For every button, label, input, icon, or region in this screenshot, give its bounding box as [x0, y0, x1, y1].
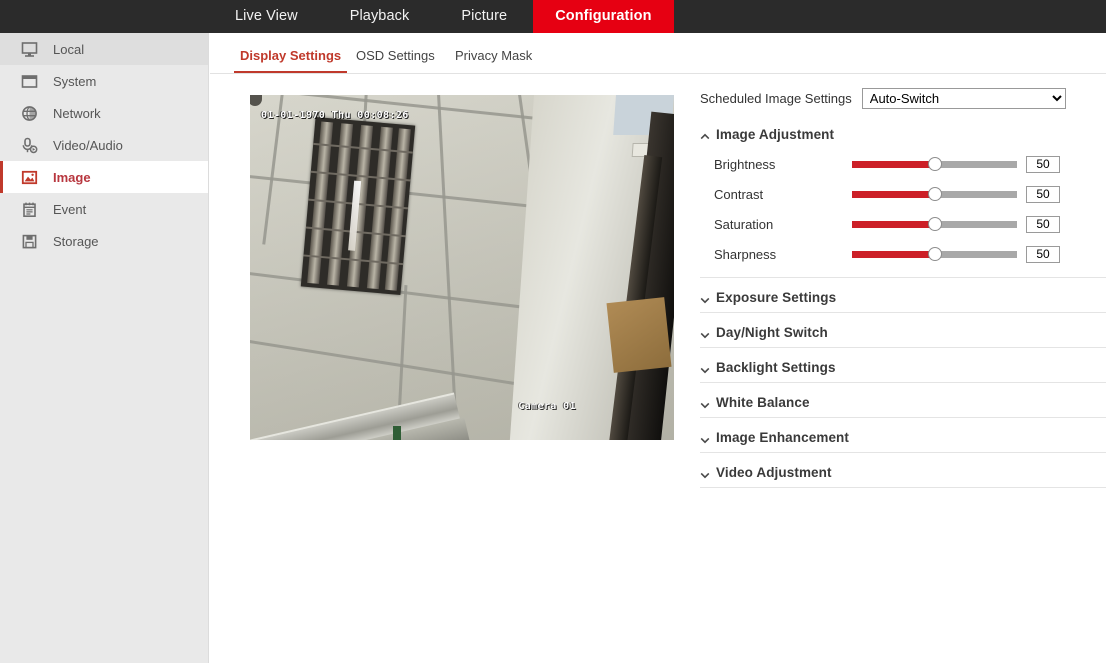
video-preview[interactable]: 01-01-1970 Thu 00:08:26 Camera 01 — [250, 95, 674, 440]
picture-icon — [21, 169, 38, 186]
section-header-exposure-settings[interactable]: Exposure Settings — [700, 278, 1106, 312]
scheduled-image-settings-row: Scheduled Image Settings Auto-Switch — [700, 83, 1106, 113]
slider-label: Brightness — [700, 157, 852, 172]
saturation-slider[interactable] — [852, 221, 1017, 228]
brightness-value[interactable]: 50 — [1026, 156, 1060, 173]
ceiling-fixture — [250, 95, 262, 106]
sidebar-item-image[interactable]: Image — [0, 161, 208, 193]
slider-label: Saturation — [700, 217, 852, 232]
osd-timestamp: 01-01-1970 Thu 00:08:26 — [261, 110, 409, 121]
topnav-spacer — [0, 0, 209, 33]
cardboard-box — [607, 297, 672, 373]
section-title: Image Enhancement — [716, 430, 849, 445]
sidebar-item-storage[interactable]: Storage — [0, 225, 208, 257]
ceiling-grid-line — [437, 95, 459, 440]
section-backlight-settings: Backlight Settings — [700, 348, 1106, 383]
tab-display-settings[interactable]: Display Settings — [234, 41, 347, 73]
slider-row-sharpness: Sharpness 50 — [700, 239, 1106, 269]
section-body-image-adjustment: Brightness 50 Contrast 50 — [700, 147, 1106, 277]
slider-row-saturation: Saturation 50 — [700, 209, 1106, 239]
nav-item-live-view[interactable]: Live View — [209, 0, 324, 33]
contrast-slider[interactable] — [852, 191, 1017, 198]
section-image-enhancement: Image Enhancement — [700, 418, 1106, 453]
osd-camera-name: Camera 01 — [518, 401, 576, 412]
chevron-up-icon — [700, 129, 710, 139]
sharpness-value[interactable]: 50 — [1026, 246, 1060, 263]
window-icon — [21, 73, 38, 90]
chevron-down-icon — [700, 292, 710, 302]
chevron-down-icon — [700, 327, 710, 337]
video-scene: 01-01-1970 Thu 00:08:26 Camera 01 — [250, 95, 674, 440]
slider-fill — [852, 191, 935, 198]
section-header-image-adjustment[interactable]: Image Adjustment — [700, 117, 1106, 147]
sub-tab-bar: Display Settings OSD Settings Privacy Ma… — [210, 41, 1106, 74]
slider-thumb[interactable] — [928, 247, 942, 261]
slider-label: Contrast — [700, 187, 852, 202]
section-title: Image Adjustment — [716, 127, 834, 142]
chevron-down-icon — [700, 467, 710, 477]
sidebar-item-label: Network — [53, 107, 101, 120]
sidebar-item-video-audio[interactable]: Video/Audio — [0, 129, 208, 161]
globe-icon — [21, 105, 38, 122]
chevron-down-icon — [700, 397, 710, 407]
sidebar-item-event[interactable]: Event — [0, 193, 208, 225]
tab-privacy-mask[interactable]: Privacy Mask — [449, 41, 538, 73]
saturation-value[interactable]: 50 — [1026, 216, 1060, 233]
section-header-video-adjustment[interactable]: Video Adjustment — [700, 453, 1106, 487]
chevron-down-icon — [700, 432, 710, 442]
nav-item-playback[interactable]: Playback — [324, 0, 436, 33]
image-settings-panel: Scheduled Image Settings Auto-Switch Ima… — [700, 83, 1106, 488]
nav-item-picture[interactable]: Picture — [435, 0, 533, 33]
slider-fill — [852, 221, 935, 228]
scheduled-image-settings-label: Scheduled Image Settings — [700, 91, 852, 106]
green-object — [393, 426, 401, 440]
section-header-image-enhancement[interactable]: Image Enhancement — [700, 418, 1106, 452]
section-title: Video Adjustment — [716, 465, 832, 480]
section-exposure-settings: Exposure Settings — [700, 278, 1106, 313]
section-header-backlight-settings[interactable]: Backlight Settings — [700, 348, 1106, 382]
section-title: Day/Night Switch — [716, 325, 828, 340]
sidebar-item-label: Storage — [53, 235, 99, 248]
section-white-balance: White Balance — [700, 383, 1106, 418]
section-title: Exposure Settings — [716, 290, 836, 305]
section-video-adjustment: Video Adjustment — [700, 453, 1106, 488]
slider-thumb[interactable] — [928, 217, 942, 231]
scheduled-image-settings-select[interactable]: Auto-Switch — [862, 88, 1066, 109]
slider-fill — [852, 251, 935, 258]
sidebar-item-label: Video/Audio — [53, 139, 123, 152]
section-image-adjustment: Image Adjustment Brightness 50 Contrast — [700, 117, 1106, 278]
sidebar-item-network[interactable]: Network — [0, 97, 208, 129]
section-header-white-balance[interactable]: White Balance — [700, 383, 1106, 417]
top-navigation-bar: Live View Playback Picture Configuration — [0, 0, 1106, 33]
contrast-value[interactable]: 50 — [1026, 186, 1060, 203]
microphone-play-icon — [21, 137, 38, 154]
content-area: Display Settings OSD Settings Privacy Ma… — [210, 33, 1106, 663]
tab-osd-settings[interactable]: OSD Settings — [350, 41, 441, 73]
slider-thumb[interactable] — [928, 187, 942, 201]
section-title: Backlight Settings — [716, 360, 836, 375]
chevron-down-icon — [700, 362, 710, 372]
clipboard-icon — [21, 201, 38, 218]
section-title: White Balance — [716, 395, 810, 410]
slider-row-contrast: Contrast 50 — [700, 179, 1106, 209]
sidebar-item-local[interactable]: Local — [0, 33, 208, 65]
slider-fill — [852, 161, 935, 168]
section-day-night-switch: Day/Night Switch — [700, 313, 1106, 348]
nav-item-configuration[interactable]: Configuration — [533, 0, 673, 33]
slider-thumb[interactable] — [928, 157, 942, 171]
monitor-icon — [21, 41, 38, 58]
section-header-day-night-switch[interactable]: Day/Night Switch — [700, 313, 1106, 347]
brightness-slider[interactable] — [852, 161, 1017, 168]
sidebar-item-label: Event — [53, 203, 86, 216]
sharpness-slider[interactable] — [852, 251, 1017, 258]
slider-row-brightness: Brightness 50 — [700, 149, 1106, 179]
sidebar: Local System Network — [0, 33, 209, 663]
sidebar-item-label: Local — [53, 43, 84, 56]
slider-label: Sharpness — [700, 247, 852, 262]
ceiling-light-panel — [301, 117, 415, 295]
sidebar-item-label: System — [53, 75, 96, 88]
floppy-disk-icon — [21, 233, 38, 250]
sidebar-item-system[interactable]: System — [0, 65, 208, 97]
sidebar-item-label: Image — [53, 171, 91, 184]
